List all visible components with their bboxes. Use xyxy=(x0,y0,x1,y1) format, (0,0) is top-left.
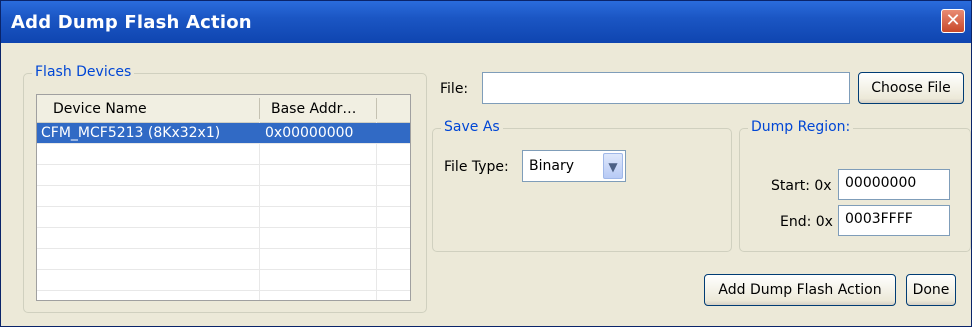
save-as-group: Save As xyxy=(432,119,732,252)
file-type-select[interactable]: Binary ▼ xyxy=(522,150,626,182)
table-row-empty xyxy=(37,165,410,186)
device-name-cell: CFM_MCF5213 (8Kx32x1) xyxy=(41,125,221,141)
flash-devices-table[interactable]: Device Name Base Addr… CFM_MCF5213 (8Kx3… xyxy=(36,94,411,301)
column-header-device-name[interactable]: Device Name xyxy=(53,101,147,117)
file-type-label: File Type: xyxy=(444,159,509,175)
column-separator[interactable] xyxy=(259,98,260,119)
end-address-input[interactable]: 0003FFFF xyxy=(838,205,950,236)
close-icon: ✕ xyxy=(945,10,961,31)
table-row-empty xyxy=(37,228,410,249)
file-label: File: xyxy=(440,81,469,97)
table-header: Device Name Base Addr… xyxy=(37,95,410,123)
table-row-empty xyxy=(37,249,410,270)
table-row-empty xyxy=(37,186,410,207)
done-button[interactable]: Done xyxy=(906,274,956,306)
table-row-empty xyxy=(37,270,410,291)
column-header-base-addr[interactable]: Base Addr… xyxy=(271,101,356,117)
file-path-input[interactable] xyxy=(482,72,850,104)
start-address-input[interactable]: 00000000 xyxy=(838,169,950,200)
file-type-value: Binary xyxy=(529,158,574,174)
table-row-empty xyxy=(37,207,410,228)
save-as-legend: Save As xyxy=(441,119,503,135)
chevron-down-icon[interactable]: ▼ xyxy=(603,153,623,179)
column-separator[interactable] xyxy=(376,98,377,119)
dump-region-legend: Dump Region: xyxy=(748,119,854,135)
start-label: Start: 0x xyxy=(771,178,832,194)
table-row-empty xyxy=(37,144,410,165)
flash-devices-legend: Flash Devices xyxy=(32,64,135,80)
close-button[interactable]: ✕ xyxy=(941,9,965,33)
add-dump-flash-action-button[interactable]: Add Dump Flash Action xyxy=(704,274,896,306)
dialog-window: Add Dump Flash Action ✕ Flash Devices De… xyxy=(0,0,972,327)
table-row[interactable]: CFM_MCF5213 (8Kx32x1) 0x00000000 xyxy=(37,123,410,144)
title-bar[interactable]: Add Dump Flash Action ✕ xyxy=(1,1,971,43)
base-addr-cell: 0x00000000 xyxy=(265,125,354,141)
window-title: Add Dump Flash Action xyxy=(11,12,252,33)
choose-file-button[interactable]: Choose File xyxy=(858,72,964,104)
end-label: End: 0x xyxy=(780,214,833,230)
